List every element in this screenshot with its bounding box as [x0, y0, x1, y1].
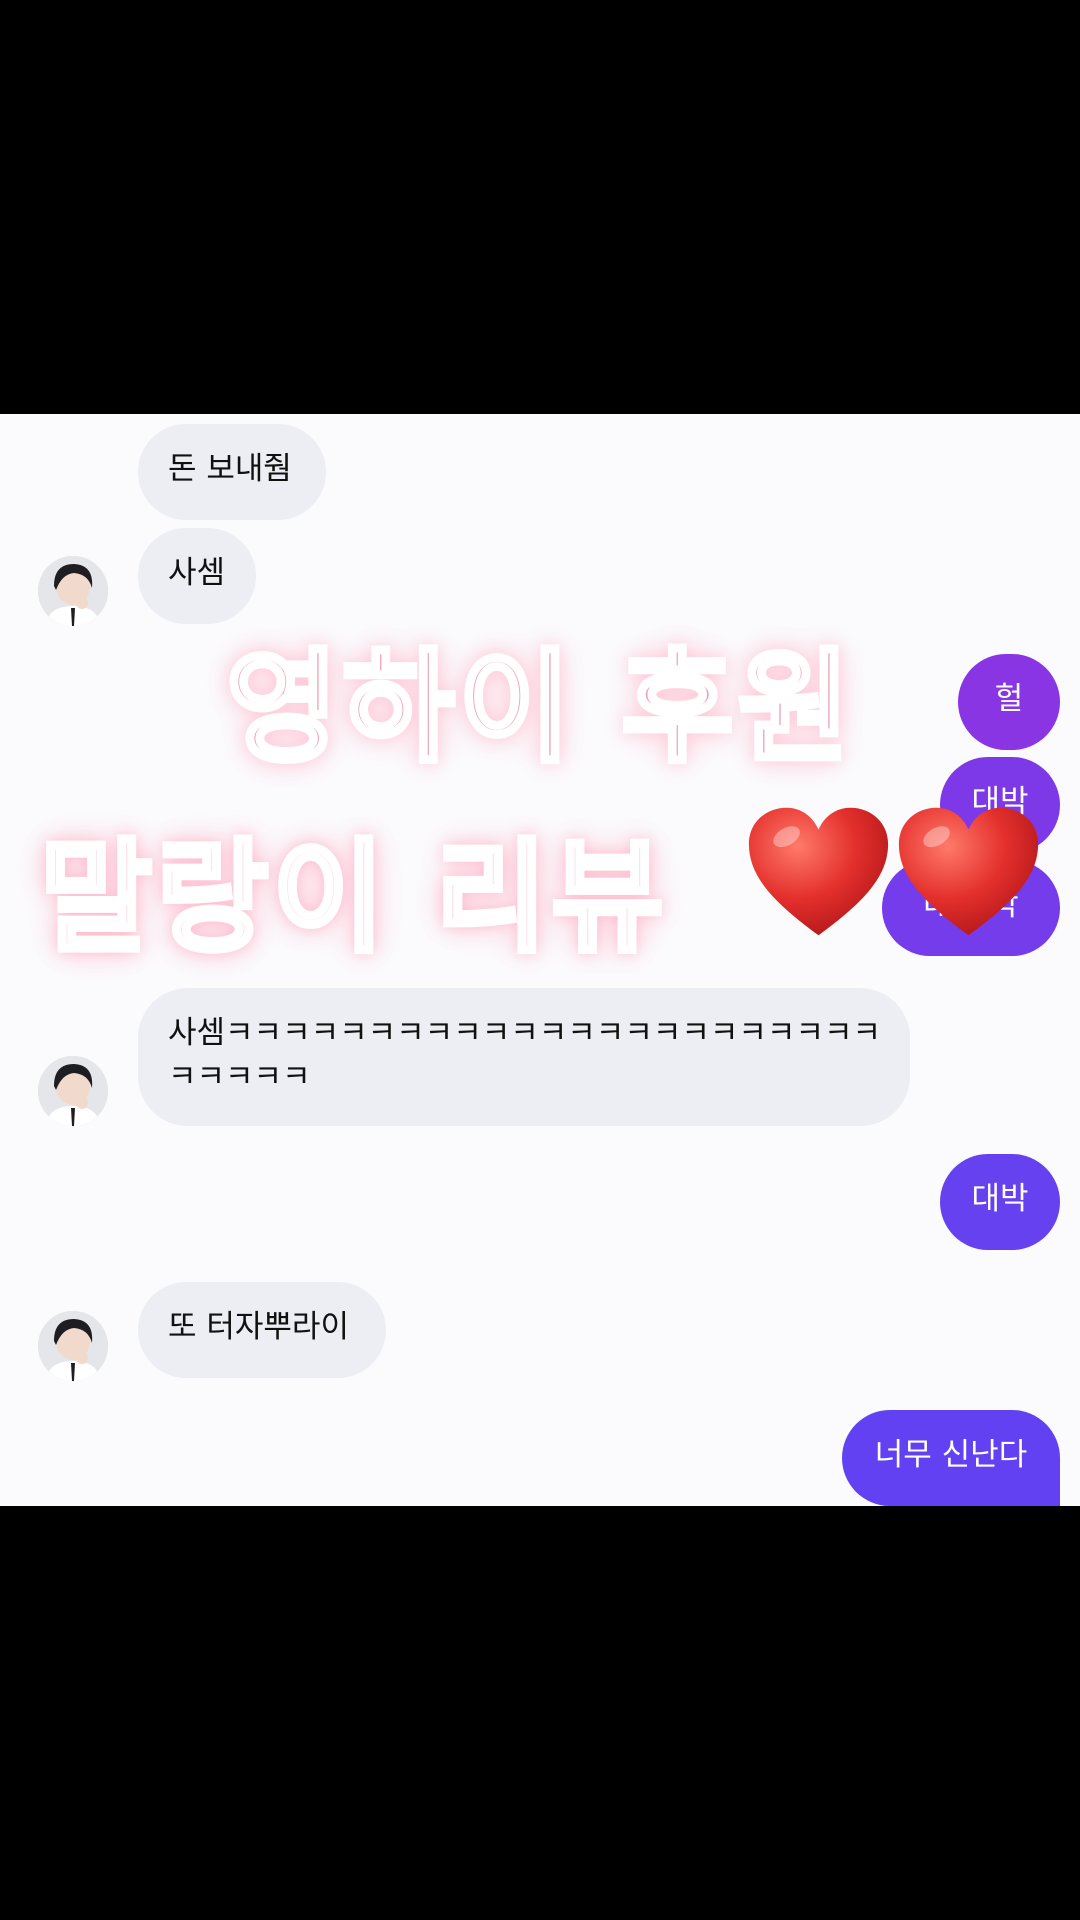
- avatar-photo-icon: [38, 1311, 108, 1381]
- message-text: 대박: [971, 1181, 1029, 1217]
- overlay-title-line-1: 영하이 후원: [224, 635, 854, 782]
- outgoing-message: 대박: [940, 1154, 1060, 1250]
- avatar-photo-icon: [38, 1056, 108, 1126]
- incoming-message: 사셈ㅋㅋㅋㅋㅋㅋㅋㅋㅋㅋㅋㅋㅋㅋㅋㅋㅋㅋㅋㅋㅋㅋㅋ ㅋㅋㅋㅋㅋ: [138, 988, 910, 1126]
- message-text-line-2: ㅋㅋㅋㅋㅋ: [168, 1059, 311, 1095]
- chat-view: 돈 보내줨 사셈 헐 대박 대 대박: [0, 414, 1080, 1506]
- heart-icon: [898, 807, 1039, 936]
- overlay-title-line-2: 말랑이 리뷰: [38, 825, 668, 972]
- incoming-message: 또 터자뿌라이: [138, 1282, 386, 1378]
- avatar[interactable]: [38, 1311, 108, 1381]
- message-text-line-1: 사셈ㅋㅋㅋㅋㅋㅋㅋㅋㅋㅋㅋㅋㅋㅋㅋㅋㅋㅋㅋㅋㅋㅋㅋ: [168, 1015, 881, 1051]
- message-text: 또 터자뿌라이: [168, 1309, 349, 1345]
- message-text: 돈 보내줨: [168, 451, 292, 487]
- message-text: 사셈: [168, 555, 226, 591]
- heart-icon: [748, 807, 889, 936]
- message-text: 너무 신난다: [874, 1437, 1028, 1473]
- avatar[interactable]: [38, 1056, 108, 1126]
- incoming-message: 돈 보내줨: [138, 424, 326, 520]
- outgoing-message: 너무 신난다: [842, 1410, 1060, 1506]
